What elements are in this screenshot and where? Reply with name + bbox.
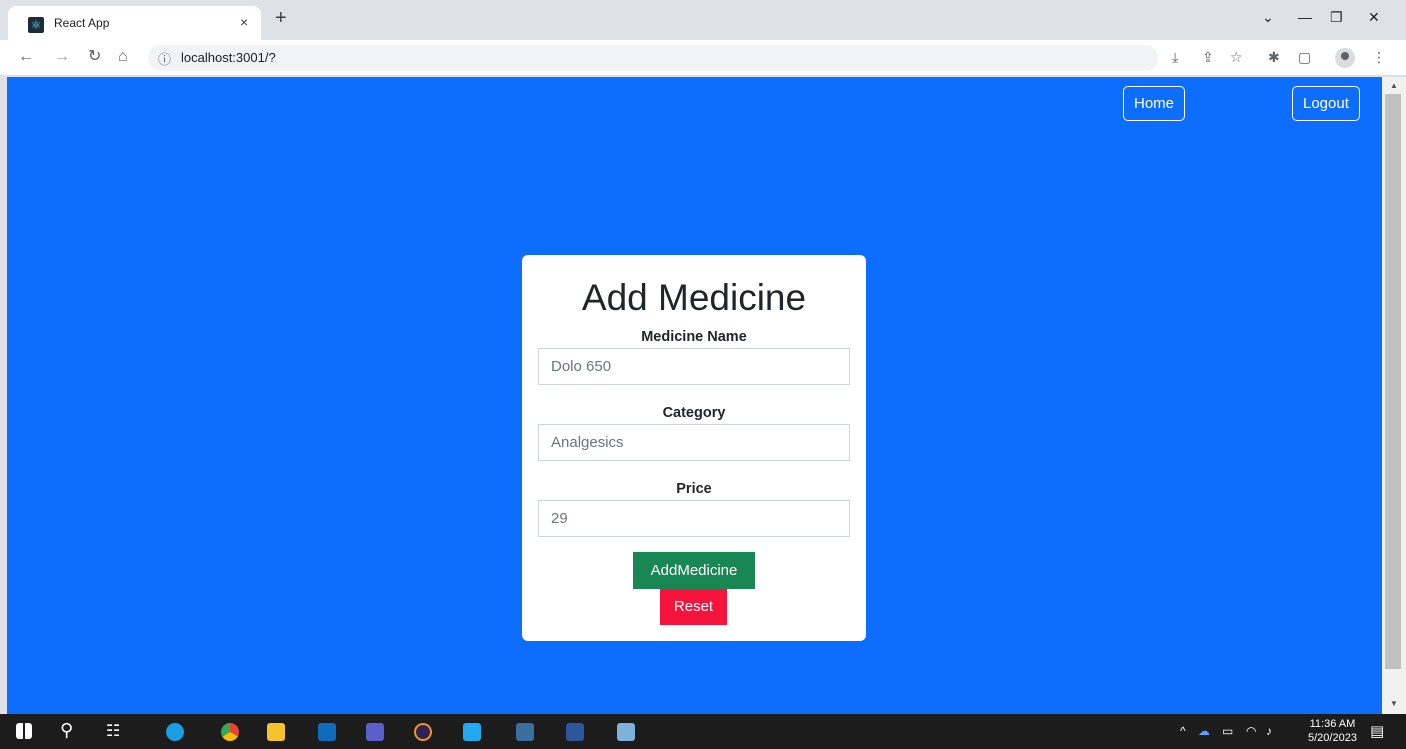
forward-icon[interactable]: → xyxy=(54,48,70,66)
tab-search-icon[interactable]: ⌄ xyxy=(1262,9,1274,26)
browser-toolbar: ← → ↻ ⌂ ⓘ localhost:3001/? ⤓ ⇪ ☆ ✱ ▢ ⋮ xyxy=(0,40,1406,76)
notification-icon[interactable]: ▤ xyxy=(1370,722,1384,740)
price-input[interactable]: 29 xyxy=(538,500,850,537)
price-label: Price xyxy=(676,481,712,497)
clock-time: 11:36 AM xyxy=(1309,718,1356,730)
chrome-icon[interactable] xyxy=(221,723,239,741)
system-clock[interactable]: 11:36 AM 5/20/2023 xyxy=(1308,717,1357,745)
logout-button[interactable]: Logout xyxy=(1292,86,1360,121)
page-viewport: Home Logout Add Medicine Medicine Name D… xyxy=(7,77,1382,714)
react-icon: ⚛ xyxy=(28,17,44,33)
onedrive-icon[interactable]: ☁ xyxy=(1198,724,1210,738)
word-icon[interactable] xyxy=(566,723,584,741)
outlook-icon[interactable] xyxy=(318,723,336,741)
scroll-down-icon[interactable]: ▼ xyxy=(1390,699,1398,708)
add-medicine-button[interactable]: AddMedicine xyxy=(633,552,755,589)
windows-start-icon[interactable] xyxy=(16,723,32,739)
install-icon[interactable]: ⤓ xyxy=(1172,48,1178,66)
home-icon[interactable]: ⌂ xyxy=(118,48,128,66)
browser-tabstrip: ⚛ React App × + ⌄ — ❐ ✕ xyxy=(0,0,1406,40)
file-explorer-icon[interactable] xyxy=(267,723,285,741)
mysql-workbench-icon[interactable] xyxy=(516,723,534,741)
menu-icon[interactable]: ⋮ xyxy=(1372,48,1386,66)
home-button[interactable]: Home xyxy=(1123,86,1186,121)
volume-icon[interactable]: ♪ xyxy=(1266,724,1272,738)
bookmark-star-icon[interactable]: ☆ xyxy=(1230,48,1243,66)
reset-button[interactable]: Reset xyxy=(660,589,727,625)
scroll-up-icon[interactable]: ▲ xyxy=(1390,81,1398,90)
back-icon[interactable]: ← xyxy=(18,48,34,66)
tab-title: React App xyxy=(54,16,110,30)
category-label: Category xyxy=(662,405,726,421)
minimize-icon[interactable]: — xyxy=(1298,9,1312,25)
page-title: Add Medicine xyxy=(581,277,807,318)
vscode-icon[interactable] xyxy=(463,723,481,741)
tab-close-icon[interactable]: × xyxy=(240,14,248,30)
vertical-scrollbar[interactable]: ▲ ▼ xyxy=(1382,77,1406,714)
reload-icon[interactable]: ↻ xyxy=(88,48,101,66)
share-icon[interactable]: ⇪ xyxy=(1202,48,1214,66)
medicine-name-label: Medicine Name xyxy=(641,329,747,345)
wifi-icon[interactable]: ◠ xyxy=(1246,724,1256,738)
url-text[interactable]: localhost:3001/? xyxy=(181,50,276,65)
task-view-icon[interactable]: ☷ xyxy=(106,721,120,741)
medicine-name-input[interactable]: Dolo 650 xyxy=(538,348,850,385)
windows-taskbar: ⚲ ☷ ^ ☁ ▭ ◠ ♪ 11:36 AM 5/20/2023 ▤ xyxy=(0,714,1406,749)
search-icon[interactable]: ⚲ xyxy=(60,720,73,741)
browser-tab[interactable]: ⚛ React App × xyxy=(8,6,261,40)
address-bar[interactable]: ⓘ localhost:3001/? xyxy=(148,45,1158,71)
snipping-tool-icon[interactable] xyxy=(617,723,635,741)
extensions-icon[interactable]: ✱ xyxy=(1268,48,1280,66)
teams-icon[interactable] xyxy=(366,723,384,741)
scroll-thumb[interactable] xyxy=(1385,94,1401,669)
battery-icon[interactable]: ▭ xyxy=(1222,724,1233,738)
restore-icon[interactable]: ❐ xyxy=(1330,9,1343,26)
profile-avatar-icon[interactable] xyxy=(1335,48,1355,68)
edge-icon[interactable] xyxy=(166,723,184,741)
add-medicine-card: Add Medicine Medicine Name Dolo 650 Cate… xyxy=(522,255,866,641)
category-input[interactable]: Analgesics xyxy=(538,424,850,461)
clock-date: 5/20/2023 xyxy=(1308,732,1357,744)
side-panel-icon[interactable]: ▢ xyxy=(1298,48,1311,66)
eclipse-icon[interactable] xyxy=(414,723,432,741)
new-tab-icon[interactable]: + xyxy=(275,8,287,28)
show-hidden-icons-icon[interactable]: ^ xyxy=(1180,724,1186,738)
site-info-icon[interactable]: ⓘ xyxy=(158,49,171,68)
close-window-icon[interactable]: ✕ xyxy=(1368,9,1380,26)
